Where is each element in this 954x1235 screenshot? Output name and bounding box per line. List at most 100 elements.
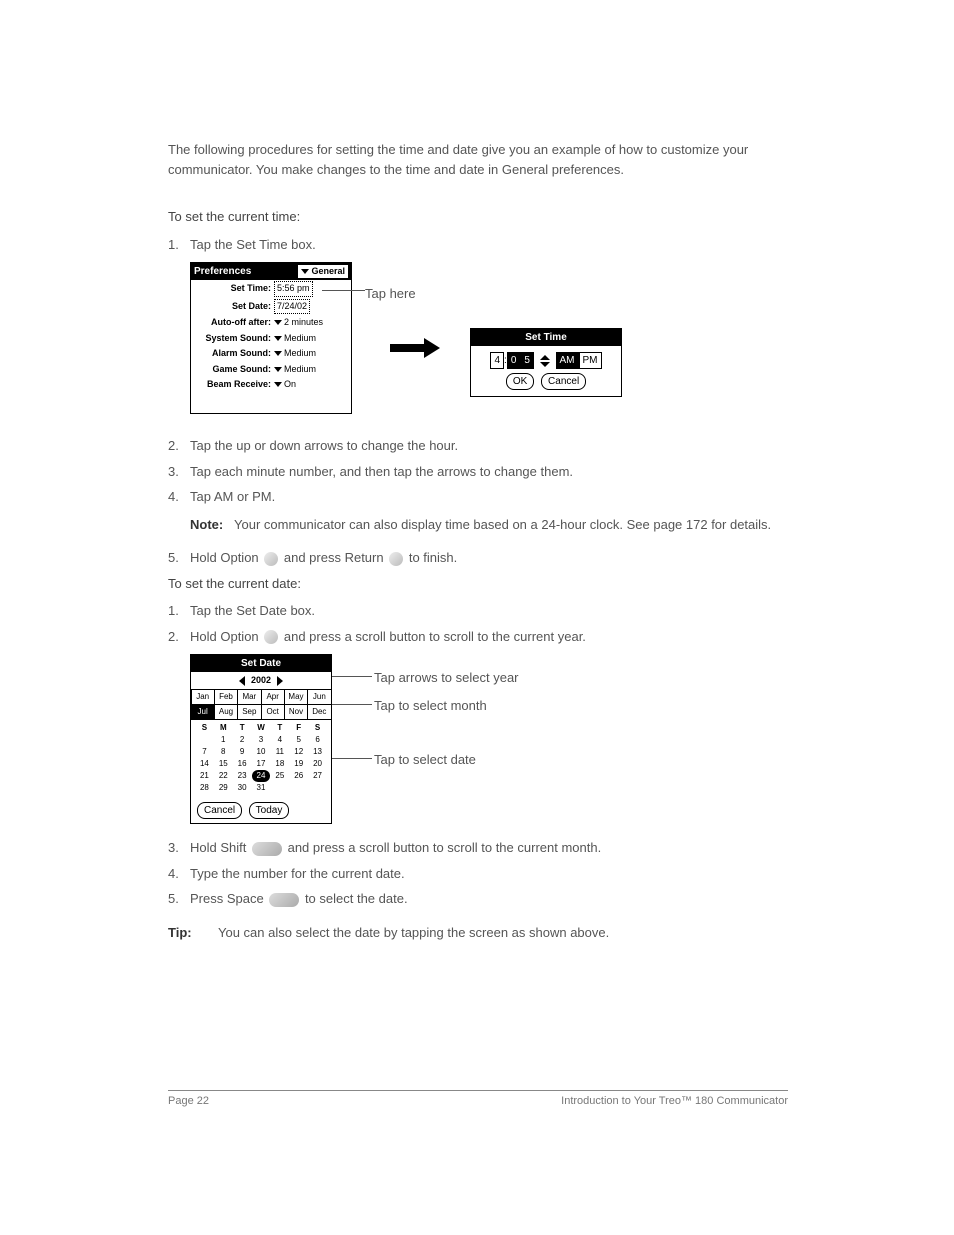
- day-cell[interactable]: 1: [214, 734, 233, 746]
- chevron-down-icon: [274, 320, 282, 325]
- callout-line: [322, 290, 365, 291]
- month-cell[interactable]: Mar: [237, 689, 261, 705]
- step-number: 2.: [168, 436, 190, 456]
- beam-receive-dropdown[interactable]: On: [274, 378, 296, 392]
- step-number: 3.: [168, 838, 190, 858]
- option-key-icon: [264, 552, 278, 566]
- day-cell[interactable]: 30: [233, 782, 252, 794]
- page-footer: Page 22 Introduction to Your Treo™ 180 C…: [168, 1090, 788, 1107]
- minute-ones-field[interactable]: 5: [520, 352, 534, 369]
- note-label: Note:: [190, 515, 234, 535]
- game-sound-label: Game Sound:: [195, 363, 274, 377]
- day-cell: [308, 782, 327, 794]
- day-cell[interactable]: 18: [270, 758, 289, 770]
- step-text: Tap each minute number, and then tap the…: [190, 462, 788, 482]
- day-cell[interactable]: 29: [214, 782, 233, 794]
- set-time-box[interactable]: 5:56 pm: [274, 281, 313, 297]
- alarm-sound-dropdown[interactable]: Medium: [274, 347, 316, 361]
- footer-section-title: Introduction to Your Treo™ 180 Communica…: [561, 1095, 788, 1107]
- option-key-icon: [264, 630, 278, 644]
- day-cell[interactable]: 24: [252, 770, 271, 782]
- prefs-title: Preferences: [194, 264, 251, 279]
- game-sound-dropdown[interactable]: Medium: [274, 363, 316, 377]
- step-number: 3.: [168, 462, 190, 482]
- today-button[interactable]: Today: [249, 802, 290, 819]
- day-cell[interactable]: 16: [233, 758, 252, 770]
- month-cell[interactable]: Sep: [237, 704, 261, 720]
- auto-off-label: Auto-off after:: [195, 316, 274, 330]
- shift-key-icon: [252, 842, 282, 856]
- day-cell[interactable]: 27: [308, 770, 327, 782]
- month-cell[interactable]: Oct: [261, 704, 285, 720]
- cancel-button[interactable]: Cancel: [541, 373, 586, 390]
- dow-header: M: [214, 722, 233, 734]
- auto-off-dropdown[interactable]: 2 minutes: [274, 316, 323, 330]
- day-cell[interactable]: 17: [252, 758, 271, 770]
- cancel-button[interactable]: Cancel: [197, 802, 242, 819]
- arrow-down-icon: [540, 362, 550, 367]
- tip-label: Tip:: [168, 923, 218, 943]
- month-cell[interactable]: Aug: [214, 704, 238, 720]
- step-text: Tap the Set Time box.: [190, 235, 788, 255]
- callout-line: [332, 758, 372, 759]
- day-cell[interactable]: 12: [289, 746, 308, 758]
- minute-tens-field[interactable]: 0: [507, 352, 521, 369]
- day-cell: [270, 782, 289, 794]
- day-cell[interactable]: 25: [270, 770, 289, 782]
- day-cell[interactable]: 26: [289, 770, 308, 782]
- general-dropdown[interactable]: General: [298, 265, 348, 279]
- year-prev-arrow-icon[interactable]: [239, 676, 245, 686]
- month-cell[interactable]: Jan: [191, 689, 215, 705]
- day-cell[interactable]: 23: [233, 770, 252, 782]
- month-cell[interactable]: Nov: [284, 704, 308, 720]
- month-cell[interactable]: Dec: [307, 704, 331, 720]
- am-button[interactable]: AM: [556, 352, 579, 369]
- day-cell[interactable]: 19: [289, 758, 308, 770]
- day-cell[interactable]: 7: [195, 746, 214, 758]
- day-cell[interactable]: 4: [270, 734, 289, 746]
- day-cell[interactable]: 14: [195, 758, 214, 770]
- system-sound-dropdown[interactable]: Medium: [274, 332, 316, 346]
- day-cell[interactable]: 8: [214, 746, 233, 758]
- set-date-label: Set Date:: [195, 300, 274, 314]
- step-text: Type the number for the current date.: [190, 864, 788, 884]
- step-text: Tap AM or PM.: [190, 487, 788, 507]
- day-cell[interactable]: 11: [270, 746, 289, 758]
- system-sound-label: System Sound:: [195, 332, 274, 346]
- month-cell[interactable]: Jul: [191, 704, 215, 720]
- day-cell[interactable]: 9: [233, 746, 252, 758]
- pm-button[interactable]: PM: [579, 352, 602, 369]
- arrow-icon: [390, 340, 440, 356]
- year-next-arrow-icon[interactable]: [277, 676, 283, 686]
- day-cell[interactable]: 28: [195, 782, 214, 794]
- day-cell[interactable]: 5: [289, 734, 308, 746]
- day-cell[interactable]: 22: [214, 770, 233, 782]
- day-cell[interactable]: 3: [252, 734, 271, 746]
- dow-header: T: [270, 722, 289, 734]
- day-cell[interactable]: 6: [308, 734, 327, 746]
- ok-button[interactable]: OK: [506, 373, 534, 390]
- day-cell[interactable]: 31: [252, 782, 271, 794]
- day-cell[interactable]: 21: [195, 770, 214, 782]
- month-cell[interactable]: Jun: [307, 689, 331, 705]
- month-cell[interactable]: Feb: [214, 689, 238, 705]
- step-number: 2.: [168, 627, 190, 647]
- callout-month: Tap to select month: [374, 696, 487, 716]
- set-date-box[interactable]: 7/24/02: [274, 299, 310, 315]
- day-cell[interactable]: 13: [308, 746, 327, 758]
- day-cell[interactable]: 10: [252, 746, 271, 758]
- time-spinner[interactable]: [540, 355, 550, 367]
- callout-date: Tap to select date: [374, 750, 476, 770]
- callout-line: [332, 704, 372, 705]
- hour-field[interactable]: 4: [490, 352, 504, 369]
- day-cell[interactable]: 15: [214, 758, 233, 770]
- month-grid[interactable]: JanFebMarAprMayJun JulAugSepOctNovDec: [191, 690, 331, 720]
- preferences-screen: Preferences General Set Time:5:56 pm Set…: [190, 262, 352, 414]
- month-cell[interactable]: Apr: [261, 689, 285, 705]
- calendar-grid[interactable]: SMTWTFS123456789101112131415161718192021…: [191, 720, 331, 796]
- month-cell[interactable]: May: [284, 689, 308, 705]
- dow-header: T: [233, 722, 252, 734]
- day-cell[interactable]: 20: [308, 758, 327, 770]
- callout-year: Tap arrows to select year: [374, 668, 519, 688]
- day-cell[interactable]: 2: [233, 734, 252, 746]
